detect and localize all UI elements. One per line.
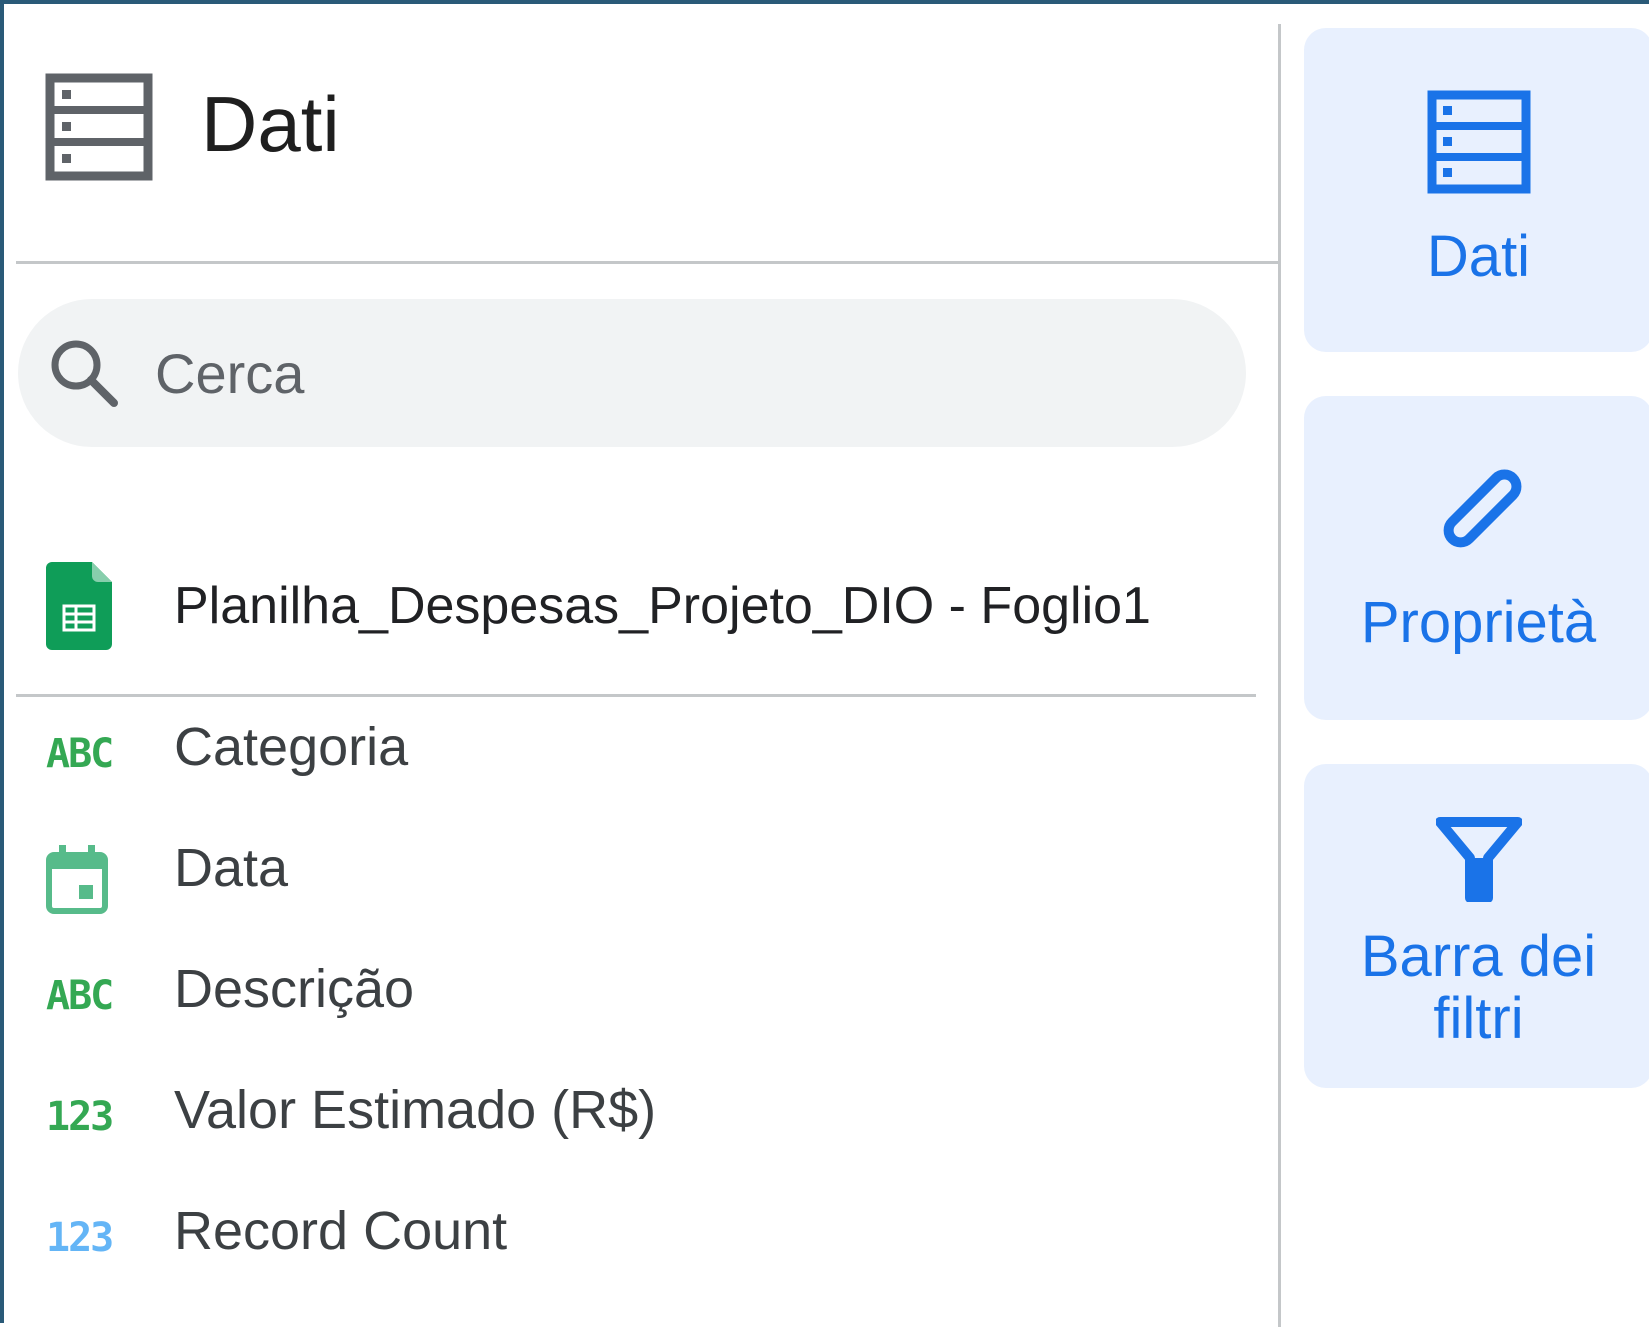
field-list: ABC Categoria Data ABC Descrição 123 Val… bbox=[16, 704, 1256, 1309]
field-label: Categoria bbox=[174, 717, 409, 777]
field-label: Valor Estimado (R$) bbox=[174, 1080, 657, 1140]
field-item-data[interactable]: Data bbox=[16, 825, 1256, 946]
tab-barra-dei-filtri[interactable]: Barra dei filtri bbox=[1304, 764, 1649, 1088]
field-label: Descrição bbox=[174, 959, 415, 1019]
metric-type-icon: 123 bbox=[46, 1215, 114, 1261]
calendar-icon bbox=[46, 845, 126, 914]
field-item-record-count[interactable]: 123 Record Count bbox=[16, 1188, 1256, 1309]
search-icon bbox=[51, 340, 118, 407]
tab-label: Proprietà bbox=[1360, 590, 1597, 655]
data-panel: Dati Planilha_Despesas_Projeto_DIO - Fog… bbox=[16, 24, 1281, 1327]
search-box[interactable] bbox=[18, 299, 1246, 447]
database-icon bbox=[1427, 90, 1530, 194]
tab-label: Barra dei filtri bbox=[1360, 924, 1597, 1051]
database-icon bbox=[45, 73, 153, 181]
text-type-icon: ABC bbox=[46, 973, 114, 1019]
field-item-categoria[interactable]: ABC Categoria bbox=[16, 704, 1256, 825]
data-source-name: Planilha_Despesas_Projeto_DIO - Foglio1 bbox=[174, 577, 1151, 635]
google-sheets-icon bbox=[46, 562, 112, 650]
text-type-icon: ABC bbox=[46, 731, 114, 777]
panel-title: Dati bbox=[201, 80, 340, 168]
data-source-row[interactable]: Planilha_Despesas_Projeto_DIO - Foglio1 bbox=[16, 534, 1256, 697]
filter-icon bbox=[1435, 817, 1522, 902]
panel-header: Dati bbox=[16, 24, 1278, 264]
pencil-icon bbox=[1443, 469, 1521, 548]
app-frame: Dati Planilha_Despesas_Projeto_DIO - Fog… bbox=[0, 0, 1649, 1327]
tab-proprieta[interactable]: Proprietà bbox=[1304, 396, 1649, 720]
number-type-icon: 123 bbox=[46, 1094, 114, 1140]
search-input[interactable] bbox=[153, 327, 1157, 419]
tab-label: Dati bbox=[1426, 224, 1531, 289]
field-label: Data bbox=[174, 838, 289, 898]
field-label: Record Count bbox=[174, 1201, 508, 1261]
field-item-descricao[interactable]: ABC Descrição bbox=[16, 946, 1256, 1067]
tab-dati[interactable]: Dati bbox=[1304, 28, 1649, 352]
field-item-valor-estimado[interactable]: 123 Valor Estimado (R$) bbox=[16, 1067, 1256, 1188]
